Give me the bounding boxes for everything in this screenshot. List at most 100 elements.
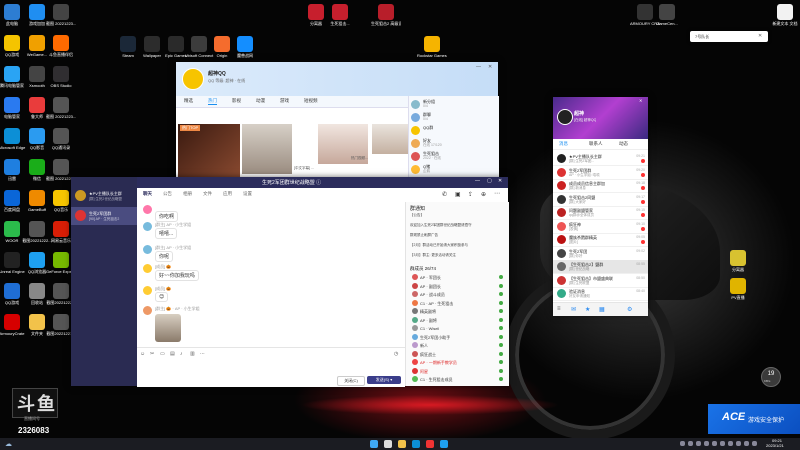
qq-icon[interactable] bbox=[440, 440, 448, 448]
call-icon[interactable]: ✆ bbox=[442, 191, 447, 198]
ace-protection-banner[interactable]: ACE 游戏安全保护 bbox=[708, 404, 800, 434]
friend-list-item[interactable]: 魔族杀戮群精英 [图片] 09:05 bbox=[553, 233, 648, 247]
message-avatar[interactable] bbox=[143, 306, 152, 315]
history-icon[interactable]: ◷ bbox=[394, 351, 398, 357]
wifi-icon[interactable] bbox=[720, 441, 725, 446]
settings-icon[interactable] bbox=[728, 441, 733, 446]
qq-group-row[interactable]: 群聊 0/4 bbox=[411, 112, 497, 124]
member-row[interactable]: C1 · AP · 生死狙击 bbox=[412, 299, 507, 307]
minimize-icon[interactable]: — bbox=[476, 64, 481, 70]
cloud-icon[interactable] bbox=[744, 441, 749, 446]
desktop-icon[interactable]: 斗鱼直播伴侣 bbox=[46, 35, 76, 57]
mic-icon[interactable]: ♪ bbox=[180, 351, 183, 357]
qq-tab[interactable]: 动漫 bbox=[256, 98, 265, 104]
friend-list-item[interactable]: 成员成员信息主群加 [群] 新消息 09:18 bbox=[553, 179, 648, 193]
close-icon[interactable]: ✕ bbox=[758, 33, 762, 39]
chat-message-area[interactable]: 你吃啊 [群主] AP · 小生学姐 嘻嘻... [群主] AP · 小生学姐 你呢 [成… bbox=[137, 202, 405, 347]
member-row[interactable]: 阿星 bbox=[412, 367, 507, 375]
battery-icon[interactable] bbox=[704, 441, 709, 446]
desktop-icon[interactable]: 新建文本 文档 bbox=[770, 4, 800, 26]
video-icon[interactable]: ▣ bbox=[455, 191, 461, 198]
desktop-icon[interactable]: QQ通讯录 bbox=[46, 128, 76, 150]
close-icon[interactable]: ✕ bbox=[498, 178, 502, 184]
friend-tab[interactable]: 动态 bbox=[619, 141, 628, 147]
member-row[interactable]: AP · 副将 bbox=[412, 316, 507, 324]
chevron-up-icon[interactable] bbox=[680, 441, 685, 446]
chat-tab[interactable]: 文件 bbox=[203, 191, 212, 197]
chat-tab[interactable]: 公告 bbox=[163, 191, 172, 197]
desktop-icon[interactable]: 截图 20221223... bbox=[46, 97, 76, 119]
apps-icon[interactable]: ▦ bbox=[599, 306, 605, 313]
qq-tab[interactable]: 短视频 bbox=[304, 98, 318, 104]
more-icon[interactable]: ⋯ bbox=[494, 190, 500, 197]
friend-avatar[interactable] bbox=[557, 109, 573, 125]
message-avatar[interactable] bbox=[143, 205, 152, 214]
member-row[interactable]: 精英副将 bbox=[412, 308, 507, 315]
qq-tab[interactable]: 热门 bbox=[208, 98, 217, 105]
friend-list-item[interactable]: 问题副盟管家 qq群@全体成员 09:15 bbox=[553, 206, 648, 220]
chat-sidebar-item-active[interactable]: 生死2军团群 [90] AP · 生死狙击2 bbox=[71, 207, 137, 225]
friend-list-item[interactable]: 【生死狙击2】盟群 [群] 世纪战略 08:55 bbox=[553, 260, 648, 274]
friend-tab[interactable]: 消息 bbox=[559, 141, 568, 147]
shield-icon[interactable] bbox=[736, 441, 741, 446]
message-input[interactable] bbox=[140, 360, 400, 376]
friend-list-item[interactable]: 生死狙击2同盟 [群] 大家好 09:17 bbox=[553, 193, 648, 207]
chat-tab[interactable]: 应用 bbox=[223, 191, 232, 197]
desktop-icon[interactable]: PV直播 bbox=[723, 278, 753, 300]
friend-list-item[interactable]: 疯狂神 [表情] 09:10 bbox=[553, 220, 648, 234]
member-row[interactable]: AP · 副团长 bbox=[412, 282, 507, 290]
more-icon[interactable]: ⋯ bbox=[200, 351, 205, 357]
video-thumb-1[interactable] bbox=[242, 124, 292, 174]
edge-icon[interactable] bbox=[412, 440, 420, 448]
qq-group-row[interactable]: 好友 在线 17/120 bbox=[411, 138, 497, 150]
qq-avatar[interactable] bbox=[182, 68, 204, 90]
search-popup[interactable]: 7号队长 ✕ bbox=[690, 31, 768, 42]
mail-icon[interactable]: ✉ bbox=[571, 306, 576, 313]
minimize-icon[interactable]: — bbox=[475, 178, 480, 184]
friend-tab[interactable]: 联系人 bbox=[589, 141, 603, 147]
maximize-icon[interactable]: ▢ bbox=[487, 178, 492, 184]
notification-icon[interactable] bbox=[752, 441, 757, 446]
close-icon[interactable]: ✕ bbox=[488, 64, 492, 70]
ime-icon[interactable] bbox=[712, 441, 717, 446]
member-row[interactable]: 疯狂战士 bbox=[412, 350, 507, 358]
weather-icon[interactable]: ☁ bbox=[5, 440, 12, 448]
sticker-image[interactable] bbox=[155, 314, 181, 342]
member-row[interactable]: C1 · 生死狙击成员 bbox=[412, 376, 507, 383]
gift-icon[interactable]: ▥ bbox=[190, 351, 195, 357]
desktop-icon[interactable]: 生死狙击2 高级设置 bbox=[371, 4, 401, 26]
desktop-icon[interactable]: 生死狙击... bbox=[325, 4, 355, 26]
volume-icon[interactable] bbox=[696, 441, 701, 446]
message-avatar[interactable] bbox=[143, 245, 152, 254]
qq-group-row[interactable]: QQ群 bbox=[411, 125, 497, 137]
friend-list-item[interactable]: 生死2军团群 AP · 小生学姐: 嘻嘻 09:20 bbox=[553, 166, 648, 180]
qq-group-row[interactable]: 新分组 0/4 bbox=[411, 99, 497, 111]
video-thumb-3[interactable] bbox=[372, 124, 412, 154]
member-row[interactable]: 新人 bbox=[412, 342, 507, 349]
chat-tab[interactable]: 相册 bbox=[183, 191, 192, 197]
chat-tab[interactable]: 设置 bbox=[243, 191, 252, 197]
menu-icon[interactable]: ≡ bbox=[557, 306, 561, 312]
member-row[interactable]: AP · 战斗成员 bbox=[412, 291, 507, 298]
qq-tab[interactable]: 影视 bbox=[232, 98, 241, 104]
member-row[interactable]: C1 · Wisell bbox=[412, 325, 507, 332]
message-avatar[interactable] bbox=[143, 264, 152, 273]
friend-list-item[interactable]: 【生死狙击】市盟盛典联 [群] 生死联盟 08:50 bbox=[553, 274, 648, 288]
scissors-icon[interactable]: ✂ bbox=[150, 351, 154, 357]
emoji-icon[interactable]: ☺ bbox=[140, 351, 145, 357]
friend-list-item[interactable]: 验证消息 好友申请通知 08:40 bbox=[553, 287, 648, 301]
desktop-icon[interactable]: 截图 20221223... bbox=[46, 4, 76, 26]
qq-group-row[interactable]: Q猪 企鹅 bbox=[411, 164, 497, 176]
desktop-icon[interactable]: 魔兽战网 bbox=[230, 36, 260, 58]
search-icon[interactable] bbox=[384, 440, 392, 448]
send-button[interactable]: 发送(S) ▾ bbox=[367, 376, 401, 384]
add-member-icon[interactable]: ⊕ bbox=[481, 191, 486, 198]
close-chat-button[interactable]: 关闭(C) bbox=[337, 376, 365, 386]
member-row[interactable]: AP · 军团长 bbox=[412, 274, 507, 281]
message-avatar[interactable] bbox=[143, 286, 152, 295]
desktop-icon[interactable]: 分离器 bbox=[723, 250, 753, 272]
message-avatar[interactable] bbox=[143, 222, 152, 231]
desktop-icon[interactable]: Rockstar Games... bbox=[417, 36, 447, 58]
desktop-icon[interactable]: GameCen... bbox=[652, 4, 682, 26]
friend-list-item[interactable]: ★PV主播队长主群 [群] 生死2军团... 09:21 bbox=[553, 152, 648, 166]
